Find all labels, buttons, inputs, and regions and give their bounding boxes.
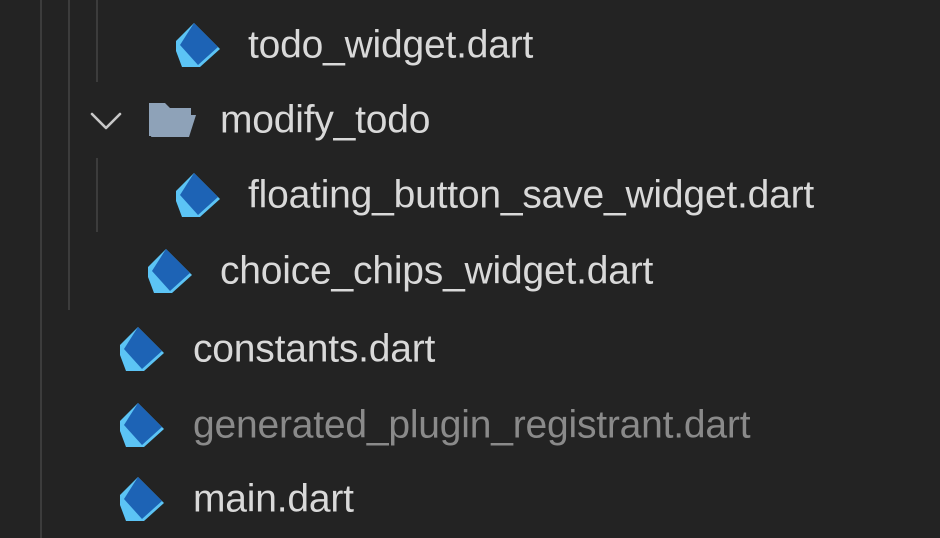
folder-open-icon [149, 103, 196, 137]
dart-file-icon [120, 327, 164, 371]
tree-item-modify-todo-folder[interactable]: modify_todo [0, 82, 940, 158]
chevron-down-icon[interactable] [88, 102, 124, 138]
tree-item-choice-chips-widget[interactable]: choice_chips_widget.dart [0, 233, 940, 309]
tree-item-main[interactable]: main.dart [0, 461, 940, 537]
tree-item-constants[interactable]: constants.dart [0, 311, 940, 387]
dart-file-icon [120, 477, 164, 521]
tree-item-label: choice_chips_widget.dart [220, 249, 654, 293]
tree-item-generated-plugin-registrant[interactable]: generated_plugin_registrant.dart [0, 387, 940, 463]
dart-file-icon [148, 249, 192, 293]
dart-file-icon [176, 23, 220, 67]
tree-item-todo-widget[interactable]: todo_widget.dart [0, 7, 940, 83]
dart-file-icon [120, 403, 164, 447]
tree-item-label: modify_todo [220, 98, 431, 142]
dart-file-icon [176, 173, 220, 217]
tree-item-label: main.dart [193, 477, 354, 521]
tree-item-label: floating_button_save_widget.dart [248, 173, 815, 217]
tree-item-label: todo_widget.dart [248, 23, 534, 67]
tree-item-label: constants.dart [193, 327, 436, 371]
tree-item-floating-button-save-widget[interactable]: floating_button_save_widget.dart [0, 157, 940, 233]
tree-item-label: generated_plugin_registrant.dart [193, 403, 751, 447]
file-explorer-tree: todo_widget.dart modify_todo floating_bu… [0, 0, 940, 538]
